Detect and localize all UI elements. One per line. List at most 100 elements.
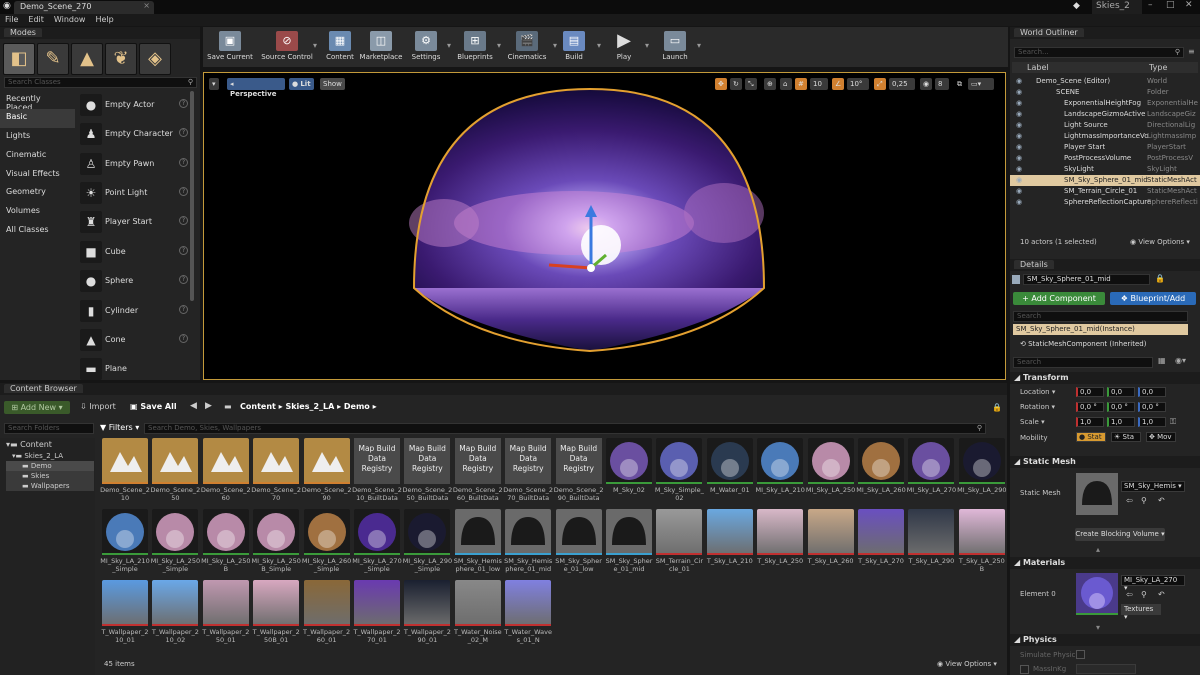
folder-skies-2-la[interactable]: ▾▬ Skies_2_LA (6, 451, 94, 461)
launch-button[interactable]: ▭ Launch (655, 27, 695, 67)
outliner-row[interactable]: ◉ ExponentialHeightFog ExponentialHe (1010, 98, 1200, 109)
eye-options-icon[interactable]: ◉▾ (1175, 356, 1186, 365)
show-button[interactable]: Show (320, 78, 345, 90)
breadcrumb-content[interactable]: Content (240, 402, 276, 411)
visibility-eye-icon[interactable]: ◉ (1016, 142, 1022, 153)
outliner-settings-icon[interactable]: ≡ (1188, 47, 1195, 56)
outliner-row[interactable]: ◉ SM_Terrain_Circle_01 StaticMeshAct (1010, 186, 1200, 197)
asset-tile[interactable]: MI_Sky_LA_270_Simple (352, 509, 402, 577)
outliner-row-selected[interactable]: ◉ SM_Sky_Sphere_01_mid StaticMeshAct (1010, 175, 1200, 186)
modes-tab[interactable]: Modes (4, 28, 42, 37)
asset-tile[interactable]: T_Water_Noise_02_M (454, 580, 502, 648)
surface-snap-icon[interactable]: ⌂ (780, 78, 792, 90)
asset-tile[interactable]: T_Wallpaper_210_02 (152, 580, 199, 648)
foliage-mode-icon[interactable]: ❦ (105, 43, 137, 75)
rotation-x[interactable]: 0,0 ° (1076, 402, 1104, 412)
static-mesh-section[interactable]: ◢ Static Mesh (1010, 456, 1200, 468)
outliner-row[interactable]: ◉ SkyLight SkyLight (1010, 164, 1200, 175)
asset-tile[interactable]: MI_Sky_LA_250 (806, 438, 855, 506)
mass-override-checkbox[interactable] (1020, 665, 1029, 674)
world-icon[interactable]: ⊕ (764, 78, 776, 90)
breadcrumb-demo[interactable]: Demo (344, 402, 370, 411)
asset-tile[interactable]: Map Build Data Registry Demo_Scene_260_Bu… (453, 438, 503, 506)
asset-tile[interactable]: T_Water_Waves_01_N (504, 580, 552, 648)
scale-label[interactable]: Scale ▾ (1020, 418, 1045, 426)
asset-tile[interactable]: MI_Sky_LA_270 (907, 438, 956, 506)
asset-tile[interactable]: Demo_Scene_270 (251, 438, 301, 506)
category-cinematic[interactable]: Cinematic (0, 147, 75, 166)
physics-section[interactable]: ◢ Physics (1010, 634, 1200, 646)
settings-button[interactable]: ⚙ Settings (407, 27, 445, 67)
place-item-cylinder[interactable]: ▮ Cylinder? (78, 298, 188, 327)
material-thumbnail[interactable] (1076, 573, 1118, 615)
help-icon[interactable]: ? (179, 158, 188, 167)
visibility-eye-icon[interactable]: ◉ (1016, 197, 1022, 208)
outliner-view-options[interactable]: ◉ View Options ▾ (1130, 238, 1190, 246)
folder-skies[interactable]: ▬ Skies (6, 471, 94, 481)
asset-tile[interactable]: SM_Sky_Sphere_01_low (555, 509, 602, 577)
visibility-eye-icon[interactable]: ◉ (1016, 175, 1022, 186)
content-browser-tab[interactable]: Content Browser (4, 384, 83, 393)
menu-help[interactable]: Help (90, 14, 118, 25)
category-recently-placed[interactable]: Recently Placed (0, 91, 75, 112)
asset-tile[interactable]: MI_Sky_LA_210 (755, 438, 805, 506)
visibility-eye-icon[interactable]: ◉ (1016, 186, 1022, 197)
help-icon[interactable]: ? (179, 305, 188, 314)
reset-icon[interactable]: ↶ (1158, 496, 1165, 505)
help-icon[interactable]: ? (179, 334, 188, 343)
layout-icon[interactable]: ▭▾ (968, 78, 994, 90)
asset-tile[interactable]: MI_Sky_LA_290_Simple (403, 509, 452, 577)
viewport-options-dropdown[interactable]: ▾ (209, 78, 219, 90)
lock-scale-icon[interactable]: ⚿ (1170, 417, 1176, 427)
asset-tile[interactable]: MI_Sky_LA_260 (856, 438, 906, 506)
component-search-input[interactable]: Search (1013, 311, 1188, 322)
asset-tile[interactable]: MI_Sky_LA_250B (201, 509, 251, 577)
save-all-button[interactable]: ▣ Save All (130, 402, 177, 411)
scale-x[interactable]: 1,0 (1076, 417, 1104, 427)
asset-tile[interactable]: MI_Sky_LA_250B_Simple (251, 509, 301, 577)
close-tab-icon[interactable]: × (143, 1, 150, 10)
location-label[interactable]: Location ▾ (1020, 388, 1055, 396)
asset-tile[interactable]: SM_Terrain_Circle_01 (656, 509, 703, 577)
browse-search-icon[interactable]: ⚲ (1141, 496, 1147, 505)
geometry-mode-icon[interactable]: ◈ (139, 43, 171, 75)
place-item-empty-character[interactable]: ♟ Empty Character? (78, 121, 188, 150)
asset-tile[interactable]: T_Wallpaper_210_01 (101, 580, 149, 648)
outliner-row[interactable]: ◉ LightmassImportanceVo LightmassImp (1010, 131, 1200, 142)
rotation-z[interactable]: 0,0 ° (1138, 402, 1166, 412)
search-folders-input[interactable]: Search Folders (4, 423, 94, 434)
place-item-cube[interactable]: ■ Cube? (78, 239, 188, 268)
blueprint-add-button[interactable]: ❖ Blueprint/Add (1110, 292, 1196, 305)
dropdown-arrow-icon[interactable]: ▾ (697, 41, 701, 50)
column-type[interactable]: Type (1149, 63, 1167, 72)
category-lights[interactable]: Lights (0, 128, 75, 147)
help-icon[interactable]: ? (179, 128, 188, 137)
folder-wallpapers[interactable]: ▬ Wallpapers (6, 481, 94, 491)
modes-scrollbar[interactable] (190, 91, 194, 301)
visibility-eye-icon[interactable]: ◉ (1016, 109, 1022, 120)
location-z[interactable]: 0,0 (1138, 387, 1166, 397)
close-window-icon[interactable]: ✕ (1185, 0, 1193, 10)
asset-tile[interactable]: T_Wallpaper_290_01 (404, 580, 451, 648)
asset-tile[interactable]: T_Sky_LA_270 (858, 509, 904, 577)
reset-icon[interactable]: ↶ (1158, 590, 1165, 599)
place-item-empty-pawn[interactable]: ♙ Empty Pawn? (78, 151, 188, 180)
visibility-eye-icon[interactable]: ◉ (1016, 164, 1022, 175)
asset-tile[interactable]: Demo_Scene_260 (201, 438, 251, 506)
category-basic[interactable]: Basic (0, 109, 75, 128)
camera-speed-value[interactable]: 8 (935, 78, 949, 90)
category-volumes[interactable]: Volumes (0, 203, 75, 222)
place-mode-icon[interactable]: ◧ (3, 43, 35, 75)
add-new-button[interactable]: ⊞ Add New ▾ (4, 401, 70, 414)
asset-tile[interactable]: MI_Sky_LA_290 (957, 438, 1007, 506)
use-selected-arrow-icon[interactable]: ⇦ (1126, 590, 1133, 599)
help-icon[interactable]: ? (179, 275, 188, 284)
asset-tile[interactable]: T_Wallpaper_250_01 (202, 580, 249, 648)
mass-kg-field[interactable] (1076, 664, 1136, 674)
search-assets-input[interactable]: Search Demo, Skies, Wallpapers ⚲ (144, 423, 986, 434)
outliner-row[interactable]: ◉ Demo_Scene (Editor) World (1010, 76, 1200, 87)
asset-tile[interactable]: Demo_Scene_250 (151, 438, 200, 506)
forward-arrow-icon[interactable]: ▶ (205, 401, 212, 411)
asset-tile[interactable]: T_Sky_LA_260 (807, 509, 854, 577)
place-item-plane[interactable]: ▬ Plane (78, 356, 188, 385)
